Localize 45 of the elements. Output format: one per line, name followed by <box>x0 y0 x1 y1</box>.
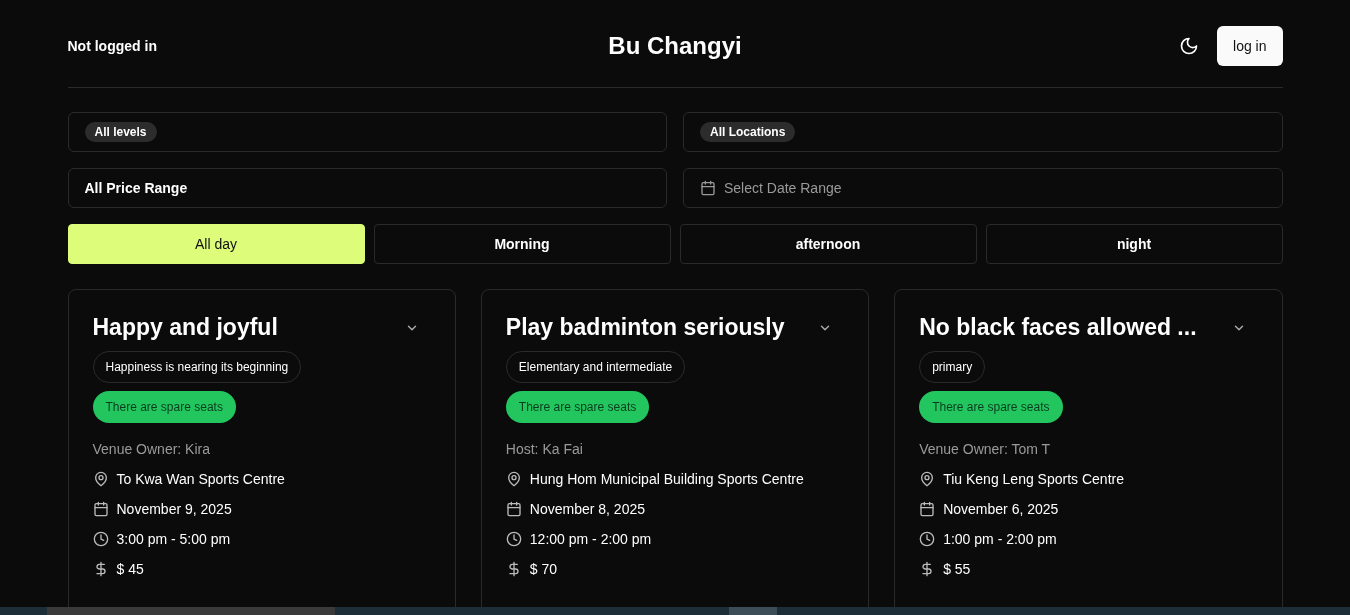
time-text: 3:00 pm - 5:00 pm <box>116 531 231 547</box>
level-select[interactable]: All levels <box>67 112 667 152</box>
time-tab[interactable]: afternoon <box>679 224 977 264</box>
card-title: No black faces allowed ... <box>919 314 1197 341</box>
location-pin-icon <box>92 471 109 487</box>
location-chip: All Locations <box>700 122 796 142</box>
date-range-field[interactable]: Select Date Range <box>683 168 1283 208</box>
location-pin-icon <box>505 471 522 487</box>
location-pin-icon <box>919 471 936 487</box>
clock-icon <box>919 531 936 547</box>
date-text: November 8, 2025 <box>529 501 645 517</box>
price-text: $ 55 <box>943 561 971 577</box>
price-select[interactable]: All Price Range <box>67 168 667 208</box>
card-title: Happy and joyful <box>92 314 278 341</box>
time-text: 12:00 pm - 2:00 pm <box>529 531 652 547</box>
organizer-text: Venue Owner: Kira <box>92 441 211 457</box>
location-select[interactable]: All Locations <box>683 112 1283 152</box>
time-tab[interactable]: Morning <box>373 224 671 264</box>
date-text: November 6, 2025 <box>943 501 1059 517</box>
calendar-icon <box>92 501 109 517</box>
site-title: Bu Changyi <box>608 31 742 60</box>
price-text: $ 70 <box>529 561 558 577</box>
calendar-icon <box>505 501 522 517</box>
time-tab[interactable]: night <box>985 224 1283 264</box>
organizer-text: Venue Owner: Tom T <box>919 441 1052 457</box>
calendar-icon <box>919 501 936 517</box>
organizer-text: Host: Ka Fai <box>505 441 584 457</box>
seats-badge: There are spare seats <box>505 391 650 423</box>
price-text: $ 45 <box>116 561 144 577</box>
venue-text: To Kwa Wan Sports Centre <box>116 471 285 487</box>
venue-text: Tiu Keng Leng Sports Centre <box>943 471 1124 487</box>
clock-icon <box>505 531 522 547</box>
venue-text: Hung Hom Municipal Building Sports Centre <box>529 471 804 487</box>
card-title: Play badminton seriously <box>505 314 785 341</box>
date-text: November 9, 2025 <box>116 501 232 517</box>
seats-badge: There are spare seats <box>919 391 1063 423</box>
login-status: Not logged in <box>67 37 158 54</box>
clock-icon <box>92 531 109 547</box>
moon-icon[interactable] <box>1179 35 1200 56</box>
time-text: 1:00 pm - 2:00 pm <box>943 531 1057 547</box>
seats-badge: There are spare seats <box>92 391 236 423</box>
level-chip: All levels <box>84 122 157 142</box>
time-tab[interactable]: All day <box>67 224 365 264</box>
login-button[interactable]: log in <box>1217 25 1283 66</box>
calendar-icon <box>700 180 716 196</box>
